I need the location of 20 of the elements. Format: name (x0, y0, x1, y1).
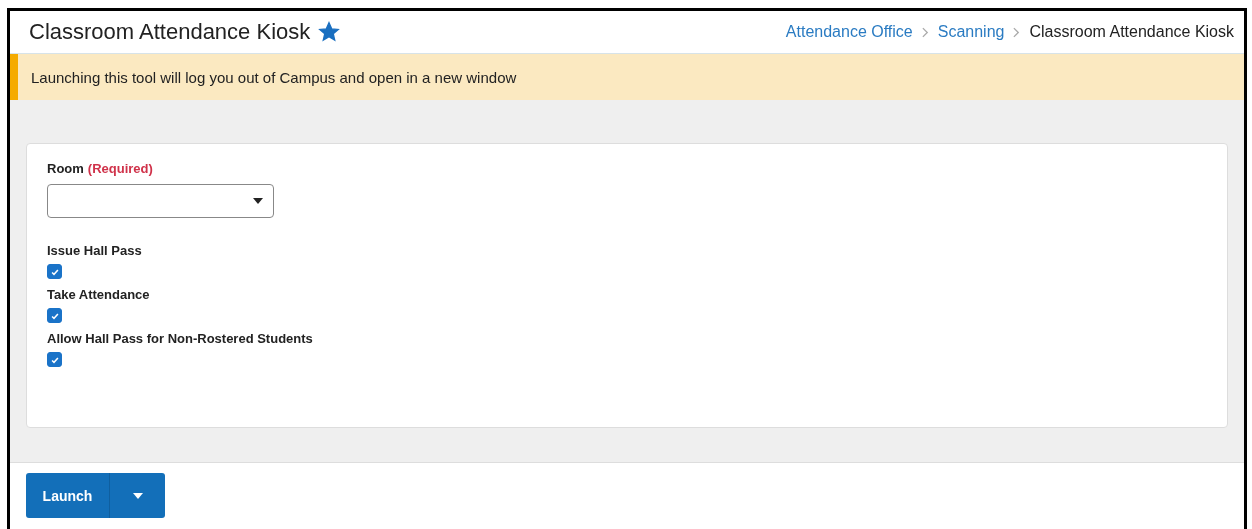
room-dropdown[interactable] (47, 184, 274, 218)
chevron-icon (921, 26, 929, 38)
caret-icon (253, 198, 263, 204)
chevron-icon (1013, 26, 1021, 38)
breadcrumb-current: Classroom Attendance Kiosk (1029, 23, 1234, 41)
checkbox-label: Allow Hall Pass for Non-Rostered Students (47, 331, 313, 346)
breadcrumb-link[interactable]: Attendance Office (785, 23, 913, 41)
checkbox[interactable] (47, 352, 62, 367)
page-title: Classroom Attendance Kiosk (29, 19, 311, 45)
launch-button[interactable]: Launch (26, 473, 110, 518)
checkbox[interactable] (47, 264, 62, 279)
checkbox-label: Issue Hall Pass (47, 243, 142, 258)
checkbox-label: Take Attendance (47, 287, 150, 302)
caret-icon (132, 492, 143, 499)
checkbox[interactable] (47, 308, 62, 323)
banner-message: Launching this tool will log you out of Campus and open in a new window (31, 68, 517, 86)
breadcrumb-link[interactable]: Scanning (937, 23, 1005, 41)
star-icon[interactable] (318, 21, 341, 43)
field-label: Room (47, 161, 84, 176)
required-note: (Required) (87, 161, 153, 176)
